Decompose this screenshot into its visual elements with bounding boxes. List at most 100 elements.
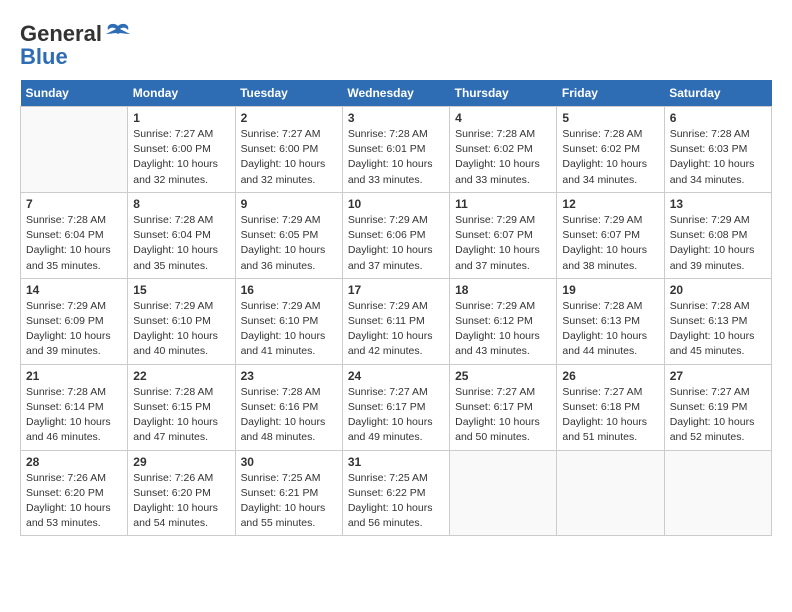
- day-info: Sunrise: 7:29 AM Sunset: 6:10 PM Dayligh…: [133, 299, 229, 360]
- day-number: 22: [133, 369, 229, 383]
- calendar-cell: 10 Sunrise: 7:29 AM Sunset: 6:06 PM Dayli…: [342, 192, 449, 278]
- day-number: 25: [455, 369, 551, 383]
- day-info: Sunrise: 7:27 AM Sunset: 6:18 PM Dayligh…: [562, 385, 658, 446]
- day-number: 23: [241, 369, 337, 383]
- day-number: 5: [562, 111, 658, 125]
- calendar-cell: 11 Sunrise: 7:29 AM Sunset: 6:07 PM Dayli…: [450, 192, 557, 278]
- day-info: Sunrise: 7:29 AM Sunset: 6:08 PM Dayligh…: [670, 213, 766, 274]
- day-number: 27: [670, 369, 766, 383]
- column-header-friday: Friday: [557, 80, 664, 107]
- page-header: General Blue: [20, 20, 772, 70]
- day-info: Sunrise: 7:28 AM Sunset: 6:04 PM Dayligh…: [26, 213, 122, 274]
- calendar-week-5: 28 Sunrise: 7:26 AM Sunset: 6:20 PM Dayli…: [21, 450, 772, 536]
- day-info: Sunrise: 7:27 AM Sunset: 6:17 PM Dayligh…: [455, 385, 551, 446]
- day-number: 2: [241, 111, 337, 125]
- logo-bird-icon: [104, 20, 132, 48]
- calendar-cell: 14 Sunrise: 7:29 AM Sunset: 6:09 PM Dayli…: [21, 278, 128, 364]
- calendar-cell: [664, 450, 771, 536]
- logo: General Blue: [20, 20, 132, 70]
- day-info: Sunrise: 7:26 AM Sunset: 6:20 PM Dayligh…: [133, 471, 229, 532]
- day-number: 10: [348, 197, 444, 211]
- calendar-cell: 19 Sunrise: 7:28 AM Sunset: 6:13 PM Dayli…: [557, 278, 664, 364]
- day-number: 11: [455, 197, 551, 211]
- calendar-cell: 22 Sunrise: 7:28 AM Sunset: 6:15 PM Dayli…: [128, 364, 235, 450]
- day-number: 14: [26, 283, 122, 297]
- day-info: Sunrise: 7:28 AM Sunset: 6:16 PM Dayligh…: [241, 385, 337, 446]
- day-info: Sunrise: 7:26 AM Sunset: 6:20 PM Dayligh…: [26, 471, 122, 532]
- day-number: 29: [133, 455, 229, 469]
- day-info: Sunrise: 7:29 AM Sunset: 6:06 PM Dayligh…: [348, 213, 444, 274]
- calendar-cell: 21Sunrise: 7:28 AM Sunset: 6:14 PM Dayli…: [21, 364, 128, 450]
- calendar-week-4: 21Sunrise: 7:28 AM Sunset: 6:14 PM Dayli…: [21, 364, 772, 450]
- day-info: Sunrise: 7:29 AM Sunset: 6:12 PM Dayligh…: [455, 299, 551, 360]
- day-number: 24: [348, 369, 444, 383]
- day-number: 20: [670, 283, 766, 297]
- column-header-wednesday: Wednesday: [342, 80, 449, 107]
- day-info: Sunrise: 7:27 AM Sunset: 6:00 PM Dayligh…: [133, 127, 229, 188]
- day-info: Sunrise: 7:29 AM Sunset: 6:07 PM Dayligh…: [562, 213, 658, 274]
- day-info: Sunrise: 7:25 AM Sunset: 6:22 PM Dayligh…: [348, 471, 444, 532]
- calendar-cell: 27 Sunrise: 7:27 AM Sunset: 6:19 PM Dayli…: [664, 364, 771, 450]
- day-number: 8: [133, 197, 229, 211]
- column-header-thursday: Thursday: [450, 80, 557, 107]
- day-info: Sunrise: 7:28 AM Sunset: 6:02 PM Dayligh…: [455, 127, 551, 188]
- day-info: Sunrise: 7:28 AM Sunset: 6:14 PM Dayligh…: [26, 385, 122, 446]
- calendar-week-3: 14 Sunrise: 7:29 AM Sunset: 6:09 PM Dayli…: [21, 278, 772, 364]
- calendar-cell: 8 Sunrise: 7:28 AM Sunset: 6:04 PM Daylig…: [128, 192, 235, 278]
- calendar-cell: 29 Sunrise: 7:26 AM Sunset: 6:20 PM Dayli…: [128, 450, 235, 536]
- calendar-cell: 6 Sunrise: 7:28 AM Sunset: 6:03 PM Daylig…: [664, 107, 771, 193]
- calendar-week-1: 1 Sunrise: 7:27 AM Sunset: 6:00 PM Daylig…: [21, 107, 772, 193]
- day-number: 4: [455, 111, 551, 125]
- day-number: 30: [241, 455, 337, 469]
- calendar-week-2: 7 Sunrise: 7:28 AM Sunset: 6:04 PM Daylig…: [21, 192, 772, 278]
- calendar-cell: 16Sunrise: 7:29 AM Sunset: 6:10 PM Dayli…: [235, 278, 342, 364]
- column-header-monday: Monday: [128, 80, 235, 107]
- calendar-cell: 4 Sunrise: 7:28 AM Sunset: 6:02 PM Daylig…: [450, 107, 557, 193]
- day-info: Sunrise: 7:28 AM Sunset: 6:04 PM Dayligh…: [133, 213, 229, 274]
- calendar-cell: 20 Sunrise: 7:28 AM Sunset: 6:13 PM Dayli…: [664, 278, 771, 364]
- day-info: Sunrise: 7:29 AM Sunset: 6:11 PM Dayligh…: [348, 299, 444, 360]
- day-number: 19: [562, 283, 658, 297]
- day-number: 13: [670, 197, 766, 211]
- calendar-cell: 31 Sunrise: 7:25 AM Sunset: 6:22 PM Dayli…: [342, 450, 449, 536]
- day-info: Sunrise: 7:27 AM Sunset: 6:00 PM Dayligh…: [241, 127, 337, 188]
- day-info: Sunrise: 7:27 AM Sunset: 6:19 PM Dayligh…: [670, 385, 766, 446]
- day-number: 9: [241, 197, 337, 211]
- day-info: Sunrise: 7:29 AM Sunset: 6:07 PM Dayligh…: [455, 213, 551, 274]
- calendar-header-row: SundayMondayTuesdayWednesdayThursdayFrid…: [21, 80, 772, 107]
- calendar-cell: 2 Sunrise: 7:27 AM Sunset: 6:00 PM Daylig…: [235, 107, 342, 193]
- day-number: 28: [26, 455, 122, 469]
- day-info: Sunrise: 7:28 AM Sunset: 6:02 PM Dayligh…: [562, 127, 658, 188]
- calendar-table: SundayMondayTuesdayWednesdayThursdayFrid…: [20, 80, 772, 536]
- calendar-cell: [557, 450, 664, 536]
- day-info: Sunrise: 7:27 AM Sunset: 6:17 PM Dayligh…: [348, 385, 444, 446]
- calendar-cell: 23 Sunrise: 7:28 AM Sunset: 6:16 PM Dayli…: [235, 364, 342, 450]
- calendar-cell: 18Sunrise: 7:29 AM Sunset: 6:12 PM Dayli…: [450, 278, 557, 364]
- day-number: 1: [133, 111, 229, 125]
- column-header-sunday: Sunday: [21, 80, 128, 107]
- calendar-cell: 25 Sunrise: 7:27 AM Sunset: 6:17 PM Dayli…: [450, 364, 557, 450]
- calendar-cell: 9Sunrise: 7:29 AM Sunset: 6:05 PM Daylig…: [235, 192, 342, 278]
- calendar-cell: 17Sunrise: 7:29 AM Sunset: 6:11 PM Dayli…: [342, 278, 449, 364]
- calendar-cell: 26 Sunrise: 7:27 AM Sunset: 6:18 PM Dayli…: [557, 364, 664, 450]
- day-number: 3: [348, 111, 444, 125]
- day-number: 6: [670, 111, 766, 125]
- calendar-cell: 13 Sunrise: 7:29 AM Sunset: 6:08 PM Dayli…: [664, 192, 771, 278]
- calendar-cell: 1 Sunrise: 7:27 AM Sunset: 6:00 PM Daylig…: [128, 107, 235, 193]
- day-info: Sunrise: 7:28 AM Sunset: 6:01 PM Dayligh…: [348, 127, 444, 188]
- day-number: 26: [562, 369, 658, 383]
- day-info: Sunrise: 7:28 AM Sunset: 6:13 PM Dayligh…: [562, 299, 658, 360]
- day-number: 7: [26, 197, 122, 211]
- day-info: Sunrise: 7:29 AM Sunset: 6:09 PM Dayligh…: [26, 299, 122, 360]
- day-number: 15: [133, 283, 229, 297]
- calendar-cell: [450, 450, 557, 536]
- day-info: Sunrise: 7:28 AM Sunset: 6:15 PM Dayligh…: [133, 385, 229, 446]
- day-number: 31: [348, 455, 444, 469]
- day-number: 12: [562, 197, 658, 211]
- day-info: Sunrise: 7:28 AM Sunset: 6:13 PM Dayligh…: [670, 299, 766, 360]
- column-header-tuesday: Tuesday: [235, 80, 342, 107]
- day-info: Sunrise: 7:28 AM Sunset: 6:03 PM Dayligh…: [670, 127, 766, 188]
- column-header-saturday: Saturday: [664, 80, 771, 107]
- calendar-cell: 12 Sunrise: 7:29 AM Sunset: 6:07 PM Dayli…: [557, 192, 664, 278]
- calendar-cell: 5 Sunrise: 7:28 AM Sunset: 6:02 PM Daylig…: [557, 107, 664, 193]
